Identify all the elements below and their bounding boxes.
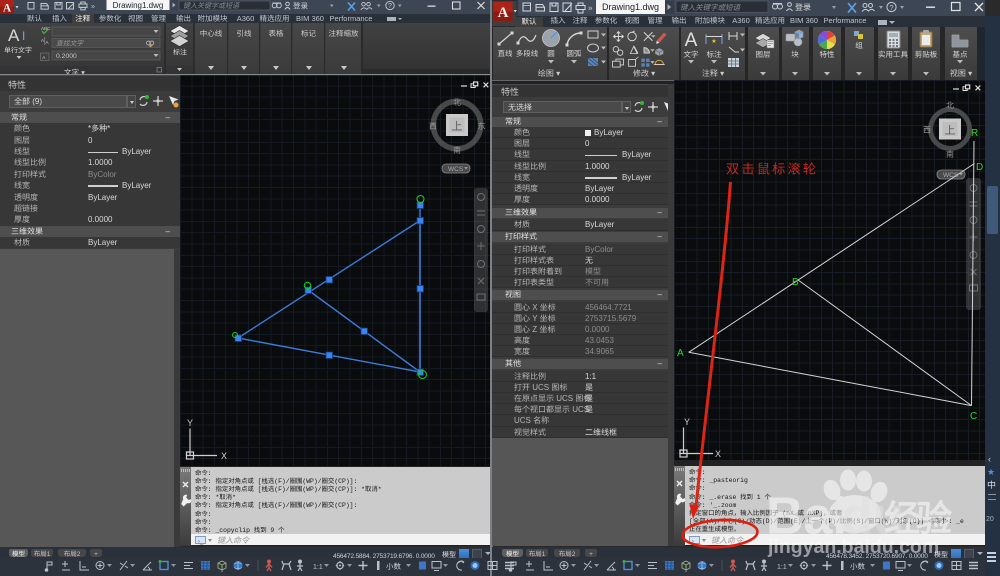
svg-text:经验: 经验: [884, 490, 952, 542]
svg-text:1:1: 1:1: [777, 564, 787, 571]
svg-text:1:1: 1:1: [313, 564, 323, 571]
svg-text:小数: 小数: [386, 561, 401, 572]
svg-text:小数: 小数: [850, 561, 865, 572]
svg-text:jingyan.baidu.com: jingyan.baidu.com: [767, 536, 939, 558]
svg-text:双击鼠标滚轮: 双击鼠标滚轮: [726, 159, 818, 178]
